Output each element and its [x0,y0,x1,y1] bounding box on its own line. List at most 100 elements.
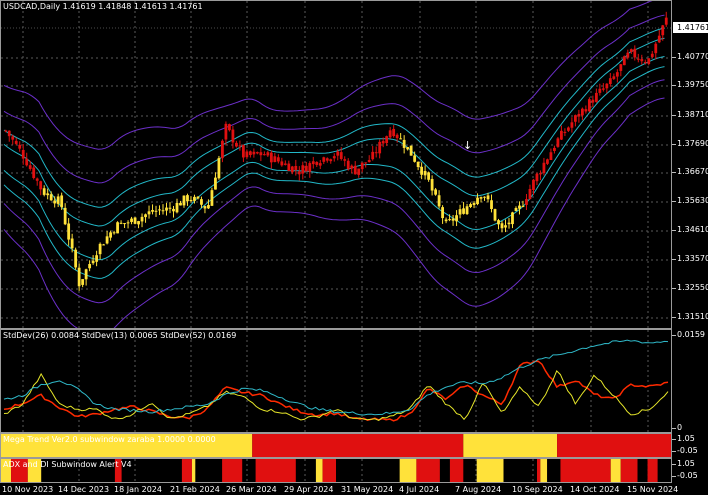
candle-body [151,209,154,212]
candle-body [577,113,581,117]
candle-body [325,158,329,161]
time-tick: 29 Apr 2024 [284,485,334,494]
candle-body [49,194,53,201]
candle-body [186,195,189,202]
candle-body [14,140,18,144]
candle-body [619,64,623,71]
time-tick: 21 Feb 2024 [170,485,220,494]
candle-body [584,109,588,112]
candle-body [650,53,654,57]
candle-body [11,136,15,140]
trend-segment-bear [560,459,611,482]
trend-segment-bear [537,459,541,482]
candle-body [301,165,305,174]
candle-body [77,267,81,287]
candle-body [476,197,479,205]
candle-body [657,35,661,43]
candle-body [497,220,500,225]
candle-body [451,218,455,221]
candle-body [144,214,147,218]
time-tick: 26 Mar 2024 [226,485,277,494]
candle-body [507,222,511,225]
candle-body [42,188,46,195]
candle-body [165,207,168,211]
candle-body [248,151,252,156]
candle-body [640,59,644,62]
candle-body [217,158,221,179]
candle-body [224,123,228,140]
candle-body [53,200,57,204]
price-axis[interactable]: 1.40770 1.39750 1.38710 1.37690 1.36670 … [672,0,708,483]
candle-body [647,58,651,64]
price-tick: 1.33570 [672,254,708,263]
candle-body [21,149,25,159]
candle-body [504,225,507,228]
trend-segment-bull [399,459,417,482]
candle-body [329,159,333,162]
candle-body [18,144,22,149]
candle-body [95,255,99,262]
candle-body [207,205,210,209]
candle-body [343,159,347,161]
candle-body [318,163,322,166]
mega-trend-pane[interactable]: Mega Trend Ver2.0 subwindow zaraba 1.000… [0,433,672,458]
candle-body [252,151,256,155]
candle-body [399,138,403,140]
candle-body [46,193,50,196]
candle-body [172,208,175,212]
candle-body [74,249,78,268]
candle-body [455,215,458,222]
candle-body [290,166,294,173]
trend-segment-bull [315,459,323,482]
candle-body [158,209,161,211]
mega-tick: -0.05 [672,446,698,455]
candle-body [126,222,130,224]
candle-body [612,76,616,79]
candle-body [32,167,36,179]
time-axis[interactable]: 10 Nov 2023 14 Dec 2023 18 Jan 2024 21 F… [0,483,678,495]
candle-body [297,171,301,175]
candle-body [283,163,287,165]
candle-body [626,52,630,58]
candle-body [353,165,357,175]
candle-body [189,199,193,201]
candle-body [332,156,336,159]
stddev-tick: 0.0159 [672,330,705,339]
candle-body [643,61,647,63]
current-price-badge: 1.41761 [673,22,708,33]
adx-pane[interactable]: ADX and DI Subwindow Alert V4 [0,458,672,483]
candle-body [63,207,67,225]
candle-body [175,202,179,213]
mega-tick: 1.05 [672,434,695,443]
candle-body [462,208,465,214]
candle-body [367,160,371,163]
candle-body [580,108,584,116]
price-tick: 1.35630 [672,196,708,205]
candle-body [437,195,441,207]
trend-segment-bear [647,459,658,482]
candle-body [137,221,140,225]
stddev-pane[interactable]: StdDev(26) 0.0084 StdDev(13) 0.0065 StdD… [0,329,672,433]
candle-body [549,152,553,161]
candle-body [81,279,85,285]
candle-body [511,212,514,225]
candle-body [563,131,567,133]
time-tick: 15 Nov 2024 [627,485,679,494]
candle-body [91,260,95,264]
adx-tick: 1.05 [672,459,695,468]
price-tick: 1.40770 [672,52,708,61]
stddev-canvas[interactable] [1,330,671,432]
price-chart-canvas[interactable]: ↓ [1,1,671,328]
candle-body [259,152,263,156]
candle-body [553,147,556,151]
candle-body [500,223,504,229]
candle-body [518,205,521,209]
price-chart-pane[interactable]: ↓ USDCAD,Daily 1.41619 1.41848 1.41613 1… [0,0,672,329]
candle-body [654,43,658,54]
candle-body [112,232,116,234]
candle-body [587,99,591,112]
candle-body [133,217,137,224]
candle-body [193,196,196,201]
candle-body [140,216,144,222]
candle-body [465,206,469,215]
